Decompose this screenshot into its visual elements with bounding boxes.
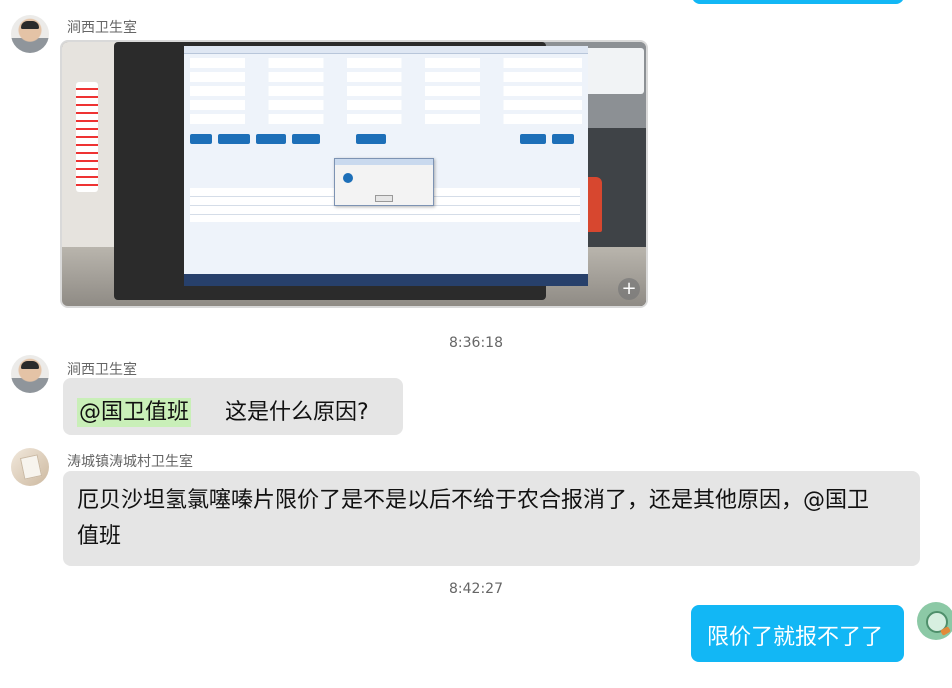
photo-of-monitor: [62, 42, 646, 306]
outgoing-message-bubble[interactable]: 限价了就报不了了: [691, 605, 904, 662]
sender-name: 涧西卫生室: [67, 362, 137, 378]
message-text: 限价了就报不了了: [707, 625, 884, 650]
screen-button: [190, 134, 212, 144]
mention-tag[interactable]: @国卫值班: [77, 398, 192, 427]
screen-form-row: [190, 86, 582, 96]
screen-form-row: [190, 100, 582, 110]
screen-button: [552, 134, 574, 144]
screen-button: [218, 134, 250, 144]
previous-outgoing-bubble: [692, 0, 904, 4]
monitor: [114, 42, 588, 300]
screen-form-row: [190, 114, 582, 124]
avatar[interactable]: [11, 15, 49, 53]
screen-button: [520, 134, 546, 144]
avatar[interactable]: [917, 602, 952, 640]
screen-taskbar: [184, 274, 588, 286]
screen-form-row: [190, 72, 582, 82]
message-text: 厄贝沙坦氢氯噻嗪片限价了是不是以后不给于农合报消了，还是其他原因，@国卫: [77, 488, 870, 513]
monitor-screen: [184, 46, 588, 286]
screen-button: [356, 134, 386, 144]
message-bubble[interactable]: 厄贝沙坦氢氯噻嗪片限价了是不是以后不给于农合报消了，还是其他原因，@国卫 值班: [63, 471, 920, 566]
image-message[interactable]: +: [60, 40, 648, 308]
screen-form-row: [190, 58, 582, 68]
photo-left-object: [76, 82, 98, 192]
timestamp: 8:36:18: [449, 335, 503, 351]
message-text: 这是什么原因?: [225, 400, 369, 425]
avatar[interactable]: [11, 448, 49, 486]
sender-name: 涧西卫生室: [67, 20, 137, 36]
message-bubble[interactable]: @国卫值班 这是什么原因?: [63, 378, 403, 435]
plus-icon[interactable]: +: [618, 278, 640, 300]
sender-name: 涛城镇涛城村卫生室: [67, 454, 193, 470]
timestamp: 8:42:27: [449, 581, 503, 597]
screen-ok-button: [375, 195, 393, 202]
message-text: 值班: [77, 524, 122, 549]
screen-button: [256, 134, 286, 144]
avatar[interactable]: [11, 355, 49, 393]
screen-dialog: [334, 158, 434, 206]
screen-button-row: [190, 134, 574, 144]
info-icon: [343, 173, 353, 183]
screen-menu: [184, 46, 588, 54]
screen-button: [292, 134, 320, 144]
